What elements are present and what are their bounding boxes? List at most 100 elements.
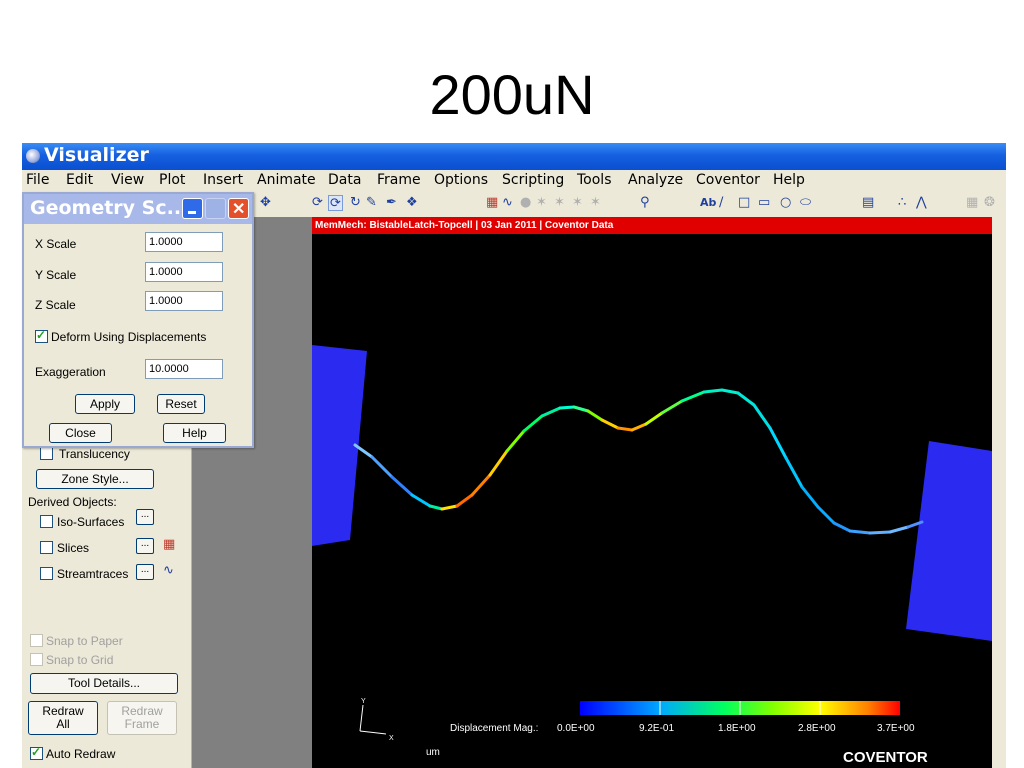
beam-segment — [702, 388, 724, 394]
beam-segment — [470, 473, 492, 497]
menu-view[interactable]: View — [111, 172, 144, 188]
slices-details-button[interactable]: ... — [136, 538, 154, 554]
beam-segment — [752, 403, 772, 430]
beam-segment — [455, 493, 474, 508]
beam-segment — [832, 521, 852, 533]
menu-frame[interactable]: Frame — [377, 172, 421, 188]
beam-segment — [888, 525, 910, 534]
menu-bar: File Edit View Plot Insert Animate Data … — [22, 170, 1006, 191]
streamtraces-details-button[interactable]: ... — [136, 564, 154, 580]
exaggeration-field[interactable]: 10.0000 — [145, 359, 223, 379]
beam-segment — [630, 422, 648, 432]
dialog-title-bar[interactable]: Geometry Sc... — [24, 194, 252, 224]
slices-label: Slices — [57, 541, 90, 555]
tool-details-button[interactable]: Tool Details... — [30, 673, 178, 694]
probe-adjust-icon[interactable]: ✒ — [386, 195, 397, 211]
menu-plot[interactable]: Plot — [159, 172, 185, 188]
menu-insert[interactable]: Insert — [203, 172, 243, 188]
beam-segment — [505, 429, 526, 453]
help-button[interactable]: Help — [163, 423, 226, 443]
zone-style-button[interactable]: Zone Style... — [36, 469, 154, 489]
deform-label: Deform Using Displacements — [51, 330, 207, 344]
contour-remove-icon[interactable]: ✶ — [536, 195, 547, 211]
snap-to-grid-checkbox[interactable] — [30, 653, 43, 666]
snap-to-paper-checkbox[interactable] — [30, 634, 43, 647]
left-anchor — [312, 345, 367, 546]
menu-help[interactable]: Help — [773, 172, 805, 188]
minimize-icon[interactable] — [182, 198, 203, 219]
slice-tool-icon[interactable]: ▦ — [486, 195, 498, 211]
frame-icon[interactable]: ▤ — [862, 195, 874, 211]
beam-segment — [586, 409, 604, 422]
menu-coventor[interactable]: Coventor — [696, 172, 760, 188]
deformed-beam — [353, 388, 924, 535]
slices-checkbox[interactable] — [40, 541, 53, 554]
square-tool-icon[interactable]: □ — [738, 195, 750, 211]
colorbar-tick-label-1: 9.2E-01 — [639, 723, 674, 734]
close-button[interactable]: Close — [49, 423, 112, 443]
translate-icon[interactable]: ✥ — [260, 195, 271, 211]
contour-add-icon[interactable]: ● — [520, 195, 531, 211]
circle-tool-icon[interactable]: ○ — [780, 195, 791, 211]
redraw-all-button[interactable]: Redraw All — [28, 701, 98, 735]
slices-icon: ▦ — [163, 537, 176, 552]
rotate-icon[interactable]: ⟳ — [312, 195, 323, 211]
beam-segment — [522, 414, 544, 433]
beam-segment — [784, 456, 804, 489]
y-scale-field[interactable]: 1.0000 — [145, 262, 223, 282]
translucency-label: Translucency — [59, 447, 130, 461]
maximize-icon[interactable] — [205, 198, 226, 219]
line-chart-icon[interactable]: ⋀ — [916, 195, 927, 211]
beam-segment — [848, 529, 872, 535]
beam-segment — [768, 426, 788, 460]
contour-level-icon[interactable]: ✶ — [572, 195, 583, 211]
beam-segment — [868, 530, 892, 535]
menu-analyze[interactable]: Analyze — [628, 172, 683, 188]
x-scale-field[interactable]: 1.0000 — [145, 232, 223, 252]
menu-edit[interactable]: Edit — [66, 172, 93, 188]
zoom-probe-icon[interactable]: ❖ — [406, 195, 418, 211]
rotate-3d-icon[interactable]: ⟳ — [328, 195, 343, 211]
axis-x-label: X — [389, 735, 394, 742]
text-tool-icon[interactable]: Ab — [700, 195, 716, 211]
contour-clear-icon[interactable]: ✶ — [590, 195, 601, 211]
z-scale-field[interactable]: 1.0000 — [145, 291, 223, 311]
grid-icon[interactable]: ▦ — [966, 195, 978, 211]
streamtraces-checkbox[interactable] — [40, 567, 53, 580]
axis-triad-y — [359, 704, 364, 732]
close-icon[interactable] — [228, 198, 249, 219]
plot-frame[interactable]: MemMech: BistableLatch-Topcell | 03 Jan … — [312, 217, 992, 768]
line-tool-icon[interactable]: ∕ — [719, 195, 723, 211]
apply-button[interactable]: Apply — [75, 394, 135, 414]
menu-scripting[interactable]: Scripting — [502, 172, 564, 188]
coventor-logo: COVENTOR — [843, 749, 928, 766]
beam-segment — [720, 388, 740, 395]
rectangle-tool-icon[interactable]: ▭ — [758, 195, 770, 211]
menu-animate[interactable]: Animate — [257, 172, 316, 188]
zoom-icon[interactable]: ⚲ — [640, 195, 650, 211]
translucency-checkbox[interactable] — [40, 447, 53, 460]
contour-adjust-icon[interactable]: ✶ — [554, 195, 565, 211]
beam-segment — [428, 504, 444, 511]
menu-options[interactable]: Options — [434, 172, 488, 188]
title-bar[interactable]: Visualizer — [22, 143, 1006, 170]
deform-checkbox[interactable] — [35, 328, 48, 343]
iso-surfaces-details-button[interactable]: ... — [136, 509, 154, 525]
beam-segment — [616, 426, 634, 432]
menu-file[interactable]: File — [26, 172, 49, 188]
colorbar-tick-label-0: 0.0E+00 — [557, 723, 595, 734]
rotate-axis-icon[interactable]: ↻ — [350, 195, 361, 211]
iso-surfaces-checkbox[interactable] — [40, 515, 53, 528]
window-title: Visualizer — [44, 144, 149, 166]
reset-button[interactable]: Reset — [157, 394, 205, 414]
globe-icon[interactable]: ❂ — [984, 195, 995, 211]
redraw-frame-button[interactable]: Redraw Frame — [107, 701, 177, 735]
menu-data[interactable]: Data — [328, 172, 361, 188]
streamtrace-icon[interactable]: ∿ — [502, 195, 513, 211]
probe-icon[interactable]: ✎ — [366, 195, 377, 211]
auto-redraw-checkbox[interactable] — [30, 745, 43, 760]
scatter-icon[interactable]: ∴ — [898, 195, 906, 211]
ellipse-tool-icon[interactable]: ⬭ — [800, 195, 811, 211]
colorbar-label: Displacement Mag.: — [450, 723, 538, 734]
menu-tools[interactable]: Tools — [577, 172, 612, 188]
